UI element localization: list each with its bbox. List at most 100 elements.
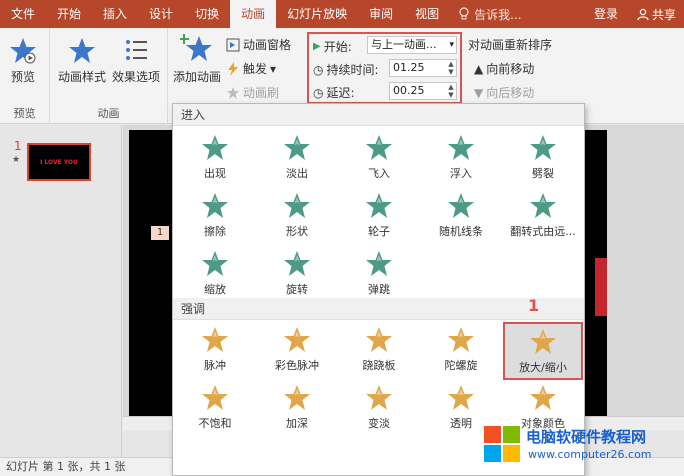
emphasis-star-icon	[202, 327, 228, 352]
entrance-effect-label: 浮入	[450, 167, 472, 180]
add-animation-button[interactable]: 添加动画	[170, 32, 224, 85]
timing-highlight-box: ▶ 开始: 与上一动画... ▾ ◷ 持续时间: 01.25 ▲ ▼ ◷ 延迟: …	[307, 32, 462, 104]
emphasis-star-icon	[284, 327, 310, 352]
emphasis-effect-label: 不饱和	[198, 417, 232, 430]
watermark-url: www.computer26.com	[528, 448, 652, 461]
trigger-label: 触发	[243, 62, 268, 76]
start-select[interactable]: 与上一动画... ▾	[367, 36, 457, 54]
entrance-section-header: 进入	[173, 104, 584, 126]
entrance-effect-12[interactable]: 弹跳	[339, 246, 419, 304]
entrance-effect-label: 翻转式由远...	[510, 225, 576, 238]
entrance-effect-3[interactable]: 浮入	[421, 130, 501, 188]
move-earlier-button[interactable]: ▲ 向前移动	[474, 60, 534, 77]
emphasis-star-icon	[448, 385, 474, 410]
slide-count-status: 幻灯片 第 1 张，共 1 张	[6, 460, 126, 473]
entrance-effect-1[interactable]: 淡出	[257, 130, 337, 188]
effect-options-button[interactable]: 效果选项	[112, 36, 160, 85]
tab-home[interactable]: 开始	[46, 0, 92, 28]
tab-view[interactable]: 视图	[404, 0, 450, 28]
trigger-button[interactable]: 触发 ▾	[226, 60, 276, 77]
entrance-star-icon	[284, 135, 310, 160]
ribbon-tab-bar: 文件 开始 插入 设计 切换 动画 幻灯片放映 审阅 视图 告诉我... 登录 …	[0, 0, 684, 28]
tell-me-label: 告诉我...	[474, 7, 522, 22]
emphasis-star-icon	[530, 329, 556, 354]
animation-pane-button[interactable]: 动画窗格	[226, 36, 291, 53]
animation-painter-button[interactable]: 动画刷	[226, 84, 279, 101]
emphasis-star-icon	[448, 327, 474, 352]
play-icon: ▶	[313, 41, 321, 52]
animation-group-label: 动画	[97, 107, 120, 120]
windows-logo-icon	[484, 426, 520, 462]
entrance-effect-label: 飞入	[368, 167, 390, 180]
duration-label: 持续时间:	[326, 63, 379, 77]
tab-animations[interactable]: 动画	[230, 0, 277, 28]
share-button[interactable]: 共享	[629, 0, 684, 28]
emphasis-effect-label: 脉冲	[204, 359, 226, 372]
entrance-effect-9[interactable]: 翻转式由远...	[503, 188, 583, 246]
delay-spinner[interactable]: ▲ ▼	[447, 83, 455, 99]
entrance-effect-7[interactable]: 轮子	[339, 188, 419, 246]
preview-button[interactable]: 预览	[8, 36, 38, 85]
emphasis-effect-0[interactable]: 脉冲	[175, 322, 255, 380]
entrance-star-icon	[284, 193, 310, 218]
entrance-effect-6[interactable]: 形状	[257, 188, 337, 246]
painter-icon	[227, 86, 239, 99]
person-icon	[637, 8, 649, 20]
entrance-effect-2[interactable]: 飞入	[339, 130, 419, 188]
emphasis-effect-5[interactable]: 不饱和	[175, 380, 255, 438]
entrance-effect-4[interactable]: 劈裂	[503, 130, 583, 188]
start-value: 与上一动画...	[371, 38, 437, 51]
delay-input[interactable]: 00.25 ▲ ▼	[389, 82, 457, 100]
entrance-star-icon	[366, 135, 392, 160]
tell-me-search[interactable]: 告诉我...	[450, 6, 529, 23]
effect-options-icon	[126, 40, 147, 60]
site-watermark: 电脑软硬件教程网 www.computer26.com	[478, 420, 684, 472]
entrance-effect-label: 出现	[204, 167, 226, 180]
animation-order-tag[interactable]: 1	[151, 226, 169, 240]
emphasis-effect-1[interactable]: 彩色脉冲	[257, 322, 337, 380]
move-later-button[interactable]: ▼ 向后移动	[474, 84, 534, 101]
delay-value: 00.25	[393, 84, 425, 97]
tab-design[interactable]: 设计	[138, 0, 184, 28]
login-button[interactable]: 登录	[583, 0, 629, 28]
emphasis-star-icon	[366, 327, 392, 352]
start-label: 开始:	[323, 40, 352, 54]
emphasis-effect-label: 跷跷板	[362, 359, 396, 372]
animation-painter-label: 动画刷	[243, 86, 280, 100]
entrance-effect-8[interactable]: 随机线条	[421, 188, 501, 246]
tab-transitions[interactable]: 切换	[184, 0, 230, 28]
slide-thumbnail[interactable]: I LOVE YOU	[27, 143, 91, 181]
arrow-down-icon: ▼	[474, 85, 484, 100]
entrance-effect-10[interactable]: 缩放	[175, 246, 255, 304]
duration-spinner[interactable]: ▲ ▼	[447, 60, 455, 76]
animation-indicator-icon: ★	[12, 155, 21, 165]
effect-options-label: 效果选项	[112, 70, 161, 84]
tab-review[interactable]: 审阅	[358, 0, 404, 28]
entrance-effect-0[interactable]: 出现	[175, 130, 255, 188]
emphasis-effect-3[interactable]: 陀螺旋	[421, 322, 501, 380]
emphasis-effect-6[interactable]: 加深	[257, 380, 337, 438]
emphasis-star-icon	[284, 385, 310, 410]
entrance-effect-label: 形状	[286, 225, 308, 238]
share-label: 共享	[651, 7, 676, 22]
emphasis-effect-7[interactable]: 变淡	[339, 380, 419, 438]
duration-input[interactable]: 01.25 ▲ ▼	[389, 59, 457, 77]
add-animation-label: 添加动画	[172, 70, 221, 84]
tab-slideshow[interactable]: 幻灯片放映	[276, 0, 358, 28]
entrance-star-icon	[530, 193, 556, 218]
entrance-effect-5[interactable]: 擦除	[175, 188, 255, 246]
tab-file[interactable]: 文件	[0, 0, 46, 28]
emphasis-effect-4[interactable]: 放大/缩小	[503, 322, 583, 380]
animation-styles-button[interactable]: 动画样式	[58, 36, 106, 85]
entrance-effect-label: 缩放	[204, 283, 226, 296]
entrance-effect-11[interactable]: 旋转	[257, 246, 337, 304]
slide-thumbnail-pane: 1 ★ I LOVE YOU	[0, 125, 122, 457]
emphasis-star-icon	[530, 385, 556, 410]
emphasis-effect-2[interactable]: 跷跷板	[339, 322, 419, 380]
entrance-effect-label: 擦除	[204, 225, 226, 238]
trigger-dropdown-icon: ▾	[270, 61, 277, 76]
tab-insert[interactable]: 插入	[92, 0, 138, 28]
chevron-down-icon: ▾	[449, 40, 454, 50]
slide-red-shape[interactable]	[595, 258, 607, 316]
entrance-effect-label: 淡出	[286, 167, 308, 180]
